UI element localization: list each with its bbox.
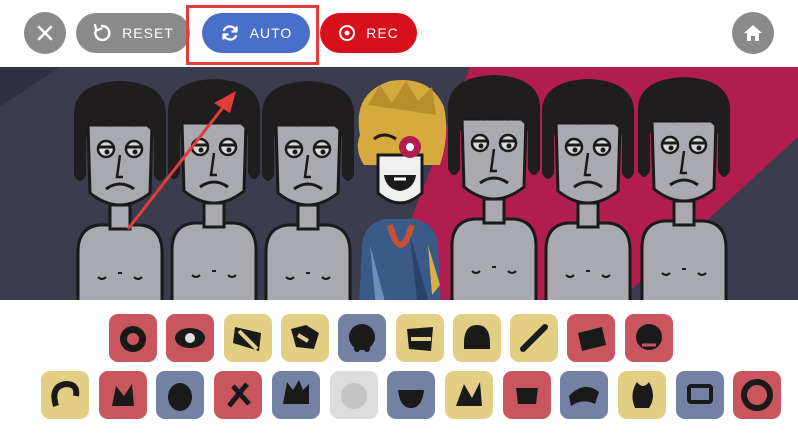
character-2[interactable] — [166, 77, 262, 300]
stage — [0, 67, 798, 300]
sound-button[interactable] — [338, 314, 387, 362]
sound-button[interactable] — [387, 371, 436, 419]
drum-icon — [120, 326, 146, 352]
wing-icon — [569, 386, 600, 406]
sound-button[interactable] — [329, 371, 378, 419]
top-toolbar: RESET AUTO REC — [0, 0, 798, 67]
sound-button[interactable] — [452, 314, 501, 362]
monitor-icon — [686, 384, 713, 404]
reset-button[interactable]: RESET — [76, 13, 190, 53]
reset-label: RESET — [122, 25, 174, 41]
ghost-icon — [340, 383, 367, 409]
auto-highlight-box — [186, 5, 319, 65]
sound-button[interactable] — [156, 371, 205, 419]
sound-button[interactable] — [41, 371, 89, 419]
mask-icon — [349, 324, 376, 352]
scissors-icon — [227, 382, 251, 408]
devil-icon — [168, 383, 193, 411]
reset-icon — [94, 23, 111, 42]
eye-icon — [175, 328, 206, 348]
sound-button[interactable] — [502, 371, 551, 419]
splash-icon — [455, 382, 482, 406]
sound-button[interactable] — [166, 314, 215, 362]
sound-button[interactable] — [560, 371, 609, 419]
sound-button[interactable] — [567, 314, 616, 362]
cap-icon — [578, 327, 607, 351]
helmet-icon — [406, 327, 433, 351]
ring-icon — [741, 379, 774, 411]
flame-icon — [632, 382, 653, 408]
sound-button[interactable] — [214, 371, 263, 419]
sound-button[interactable] — [618, 371, 666, 419]
rec-label: REC — [366, 25, 399, 41]
petals-icon — [111, 384, 134, 406]
sound-button[interactable] — [444, 371, 493, 419]
sound-button[interactable] — [510, 314, 559, 362]
sound-button[interactable] — [98, 371, 147, 419]
home-icon — [744, 25, 762, 41]
sound-button[interactable] — [271, 371, 320, 419]
crown-icon — [463, 325, 490, 349]
close-button[interactable] — [24, 12, 66, 54]
striped-horn-icon — [232, 327, 261, 351]
close-icon — [37, 25, 53, 41]
hook-icon — [51, 380, 80, 407]
sound-button[interactable] — [395, 314, 444, 362]
sound-button[interactable] — [223, 314, 272, 362]
character-1[interactable] — [72, 79, 168, 300]
sound-button[interactable] — [733, 371, 782, 419]
sound-tray — [0, 300, 798, 448]
sound-button[interactable] — [280, 314, 329, 362]
bowl-icon — [398, 390, 425, 408]
puzzle-hair-icon — [290, 325, 319, 349]
bone-icon — [520, 324, 549, 352]
sound-button[interactable] — [675, 371, 724, 419]
record-icon — [339, 25, 356, 41]
stage-canvas — [0, 67, 798, 300]
beast-icon — [282, 380, 309, 404]
home-button[interactable] — [732, 12, 774, 54]
face-icon — [635, 324, 662, 350]
stage-corner — [0, 67, 60, 107]
character-3[interactable] — [260, 79, 356, 300]
sound-button[interactable] — [109, 314, 157, 362]
sound-button[interactable] — [624, 314, 673, 362]
mouth-icon — [515, 388, 538, 404]
rec-button[interactable]: REC — [320, 13, 417, 53]
